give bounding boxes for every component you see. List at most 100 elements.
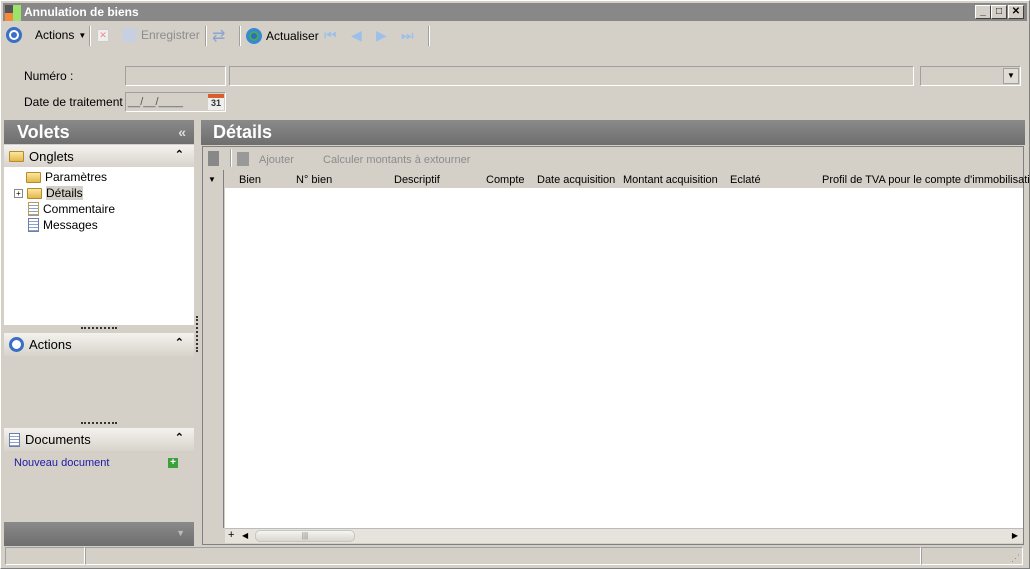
folder-icon [26,171,41,183]
tree-label: Messages [43,218,98,232]
calendar-day: 31 [210,98,221,108]
folder-icon [9,150,24,162]
add-row-icon[interactable]: + [228,529,234,541]
left-panel-footer: ▼ [4,522,194,546]
tree-item-parametres[interactable]: Paramètres [14,169,194,185]
expand-icon[interactable]: + [14,188,23,198]
compute-amounts-button[interactable]: Calculer montants à extourner [323,154,470,166]
tree-item-details[interactable]: + Détails [14,185,194,201]
first-record-icon[interactable]: ⏮ [324,27,337,44]
collapse-left-icon[interactable]: « [178,120,186,144]
tree-label: Commentaire [43,202,116,216]
row-header-column: ▼ [203,170,224,528]
refresh-button[interactable]: Actualiser [246,28,319,44]
window-title: Annulation de biens [24,5,139,19]
separator [89,26,91,46]
status-segment [5,547,85,565]
date-label: Date de traitement : [24,95,130,109]
grid-body[interactable] [225,188,1023,528]
document-icon [9,432,20,447]
sync-icon[interactable]: ⇄ [212,26,225,46]
save-label: Enregistrer [141,28,200,42]
tree-item-messages[interactable]: Messages [14,217,194,233]
calendar-icon[interactable]: 31 [208,94,224,110]
separator [205,26,207,46]
onglets-header[interactable]: Onglets ⌃ [4,145,194,167]
column-header-bien[interactable]: Bien [239,174,261,186]
numero-label: Numéro : [24,69,74,83]
previous-record-icon[interactable]: ◀ [351,27,362,44]
details-header: Détails [201,120,1025,145]
scroll-right-icon[interactable]: ▶ [1012,531,1018,540]
status-segment [85,547,921,565]
numero-description-input[interactable] [229,66,914,86]
next-record-icon[interactable]: ▶ [376,27,387,44]
chevron-down-icon[interactable]: ▼ [176,528,185,538]
separator [428,26,430,46]
numero-type-select[interactable]: ▼ [920,66,1021,86]
refresh-icon [246,28,262,44]
scroll-thumb[interactable]: ||| [255,530,355,542]
tree-label: Détails [46,186,83,200]
scroll-left-icon[interactable]: ◀ [242,531,248,540]
status-segment: ⋰ [921,547,1023,565]
column-header-eclate[interactable]: Eclaté [730,174,761,186]
actions-menu-button[interactable]: Actions ▼ [35,28,86,42]
splitter-handle[interactable] [81,422,117,424]
folder-open-icon [27,187,42,199]
minimize-button[interactable]: _ [975,5,991,19]
column-header-compte[interactable]: Compte [486,174,525,186]
delete-icon[interactable]: ✕ [97,29,109,42]
new-document-link[interactable]: Nouveau document [14,457,109,469]
resize-grip-icon[interactable]: ⋰ [1011,553,1020,564]
onglets-tree: Paramètres + Détails Commentaire Messages [4,167,194,325]
app-logo-icon [5,5,21,21]
column-header-no-bien[interactable]: N° bien [296,174,332,186]
separator [230,149,232,167]
documents-header[interactable]: Documents ⌃ [4,428,194,451]
last-record-icon[interactable]: ⏭ [401,27,414,44]
splitter-handle[interactable] [81,327,117,329]
grid-settings-icon[interactable] [208,151,219,166]
tree-item-commentaire[interactable]: Commentaire [14,201,194,217]
column-header-montant-acquisition[interactable]: Montant acquisition [623,174,718,186]
column-header-date-acquisition[interactable]: Date acquisition [537,174,615,186]
document-icon [28,218,39,232]
add-button[interactable]: Ajouter [259,154,294,166]
volets-header: Volets « [4,120,194,144]
actions-header[interactable]: Actions ⌃ [4,333,194,356]
onglets-title: Onglets [29,148,74,164]
maximize-button[interactable]: □ [991,5,1007,19]
document-icon [28,202,39,216]
main-toolbar: Actions ▼ ✕ Enregistrer ⇄ Actualiser ⏮ ◀ … [3,24,1027,48]
save-button[interactable]: Enregistrer [122,28,200,42]
details-title: Détails [213,122,273,142]
collapse-icon[interactable]: ⌃ [175,336,184,349]
chevron-down-icon: ▼ [78,30,87,40]
collapse-icon[interactable]: ⌃ [175,148,184,161]
date-input[interactable]: __/__/____ 31 [125,92,226,112]
close-button[interactable]: ✕ [1008,5,1024,19]
details-panel: Ajouter Calculer montants à extourner ▼ … [202,146,1030,545]
collapse-icon[interactable]: ⌃ [175,431,184,444]
add-icon [237,152,249,166]
refresh-label: Actualiser [266,29,319,43]
vertical-splitter[interactable] [196,316,198,352]
column-header-profil-tva[interactable]: Profil de TVA pour le compte d'immobilis… [822,174,1030,186]
actions-label: Actions [35,28,75,42]
chevron-down-icon[interactable]: ▼ [1003,68,1019,84]
separator [239,26,241,46]
tree-label: Paramètres [45,170,108,184]
actions-icon [6,27,22,43]
add-document-icon[interactable]: + [168,458,178,468]
volets-title: Volets [17,122,70,142]
save-icon [122,28,137,42]
horizontal-scrollbar[interactable]: + ◀ ||| ▶ [225,528,1023,543]
date-placeholder: __/__/____ [128,96,184,108]
column-chooser-icon[interactable]: ▼ [208,175,216,184]
numero-input[interactable] [125,66,226,86]
documents-title: Documents [25,432,91,447]
grid-header: Bien N° bien Descriptif Compte Date acqu… [225,170,1030,188]
title-bar: Annulation de biens _ □ ✕ [3,3,1027,21]
column-header-descriptif[interactable]: Descriptif [394,174,440,186]
